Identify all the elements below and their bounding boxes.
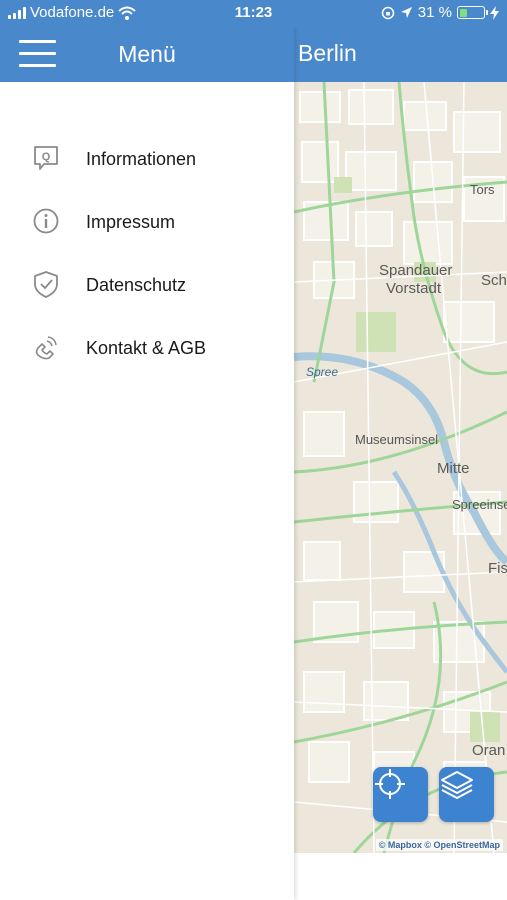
map-view[interactable]: Tors Spandauer Vorstadt Sch Spree Museum… [294,82,507,853]
map-label: Museumsinsel [355,432,439,447]
side-drawer: Menü Q Informationen Impressum Datenschu… [0,28,294,900]
locate-button[interactable] [373,767,428,822]
map-label: Sch [481,272,507,289]
map-title: Berlin [298,40,357,66]
battery-percent: 31 % [417,4,452,21]
map-streets [294,82,507,853]
menu-item-label: Informationen [86,149,197,169]
menu-item-kontakt-agb[interactable]: Kontakt & AGB [0,321,294,384]
shield-check-icon [34,271,58,298]
charging-bolt-icon [490,5,499,20]
info-bubble-icon: Q [34,146,58,170]
map-label: Mitte [437,460,470,477]
map-label: Vorstadt [386,280,442,297]
map-header: Berlin [294,28,507,82]
orientation-lock-icon [381,6,395,19]
menu-item-impressum[interactable]: Impressum [0,195,294,258]
layers-icon [441,771,473,799]
menu-item-datenschutz[interactable]: Datenschutz [0,258,294,321]
status-right: 31 % [381,4,499,21]
location-arrow-icon [400,7,412,18]
crosshair-icon [375,769,405,799]
app-screen: Vodafone.de 11:23 31 % Berlin Tors Spand… [0,0,507,900]
battery-level [459,8,467,17]
map-label: Oran [472,742,506,759]
drawer-title: Menü [118,41,176,67]
bottom-spacer [294,853,507,900]
drawer-header: Menü [0,28,294,82]
menu-item-label: Datenschutz [86,275,187,295]
status-bar: Vodafone.de 11:23 31 % [0,0,507,28]
menu-item-label: Kontakt & AGB [86,338,207,358]
map-label: Spreeinse [452,497,507,512]
info-circle-icon [33,208,59,234]
menu-item-label: Impressum [86,212,176,232]
map-attribution[interactable]: © Mapbox © OpenStreetMap [375,839,503,851]
map-label: Spandauer [379,262,453,279]
drawer-menu: Q Informationen Impressum Datenschutz Ko… [0,132,294,384]
map-label: Spree [306,365,339,379]
menu-item-informationen[interactable]: Q Informationen [0,132,294,195]
svg-text:Q: Q [42,151,51,163]
map-label: Tors [470,182,495,197]
map-label: Fis [488,560,507,577]
phone-icon [35,336,57,360]
layers-button[interactable] [439,767,494,822]
battery-icon [457,6,488,19]
